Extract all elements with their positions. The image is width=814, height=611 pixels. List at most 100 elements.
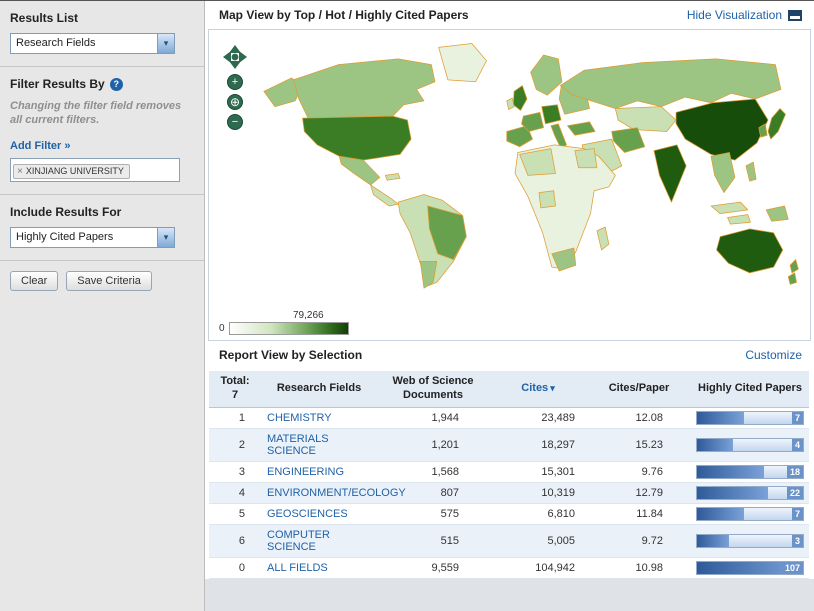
sidebar-divider	[0, 260, 204, 261]
results-list-dropdown[interactable]: Research Fields ▾	[10, 33, 175, 54]
bar-value: 7	[792, 508, 803, 520]
rank-cell: 3	[209, 461, 261, 482]
highly-cited-cell: 7	[691, 503, 809, 524]
bar-value: 107	[782, 562, 803, 574]
cites-cell: 15,301	[489, 461, 587, 482]
sidebar-actions: Clear Save Criteria	[10, 271, 194, 291]
report-section-header: Report View by Selection Customize	[205, 341, 814, 369]
map-controls: + ⊕ −	[221, 44, 249, 130]
table-row: 3 ENGINEERING 1,568 15,301 9.76 18	[209, 461, 809, 482]
hide-visualization-label: Hide Visualization	[687, 8, 782, 22]
highly-cited-bar: 22	[696, 486, 804, 500]
filter-note: Changing the filter field removes all cu…	[10, 99, 194, 128]
add-filter-link[interactable]: Add Filter »	[10, 140, 71, 152]
save-criteria-button[interactable]: Save Criteria	[66, 271, 152, 291]
chevron-down-icon: ▾	[157, 228, 174, 247]
research-field-link[interactable]: COMPUTER SCIENCE	[267, 529, 330, 553]
filter-results-label: Filter Results By	[10, 77, 105, 91]
table-row: 2 MATERIALS SCIENCE 1,201 18,297 15.23 4	[209, 428, 809, 461]
legend-min-label: 0	[219, 323, 225, 334]
clear-button[interactable]: Clear	[10, 271, 58, 291]
total-value: 7	[232, 389, 238, 401]
chevron-down-icon: ▾	[157, 34, 174, 53]
results-list-dropdown-value: Research Fields	[11, 34, 95, 53]
world-map[interactable]	[251, 34, 803, 292]
docs-cell: 9,559	[377, 557, 489, 578]
highly-cited-bar: 107	[696, 561, 804, 575]
col-cites[interactable]: Cites▾	[489, 371, 587, 407]
rank-cell: 6	[209, 524, 261, 557]
minimize-icon	[788, 10, 802, 21]
cites-per-paper-cell: 10.98	[587, 557, 691, 578]
docs-cell: 1,568	[377, 461, 489, 482]
docs-cell: 515	[377, 524, 489, 557]
pan-control[interactable]	[222, 44, 248, 70]
map-title: Map View by Top / Hot / Highly Cited Pap…	[219, 8, 469, 22]
main-content: Map View by Top / Hot / Highly Cited Pap…	[205, 1, 814, 579]
highly-cited-cell: 18	[691, 461, 809, 482]
research-field-link[interactable]: CHEMISTRY	[267, 412, 332, 424]
legend-gradient	[229, 322, 349, 335]
bottom-strip	[205, 579, 814, 611]
filter-tag[interactable]: × XINJIANG UNIVERSITY	[13, 164, 130, 179]
cites-per-paper-cell: 9.76	[587, 461, 691, 482]
highly-cited-bar: 3	[696, 534, 804, 548]
research-field-link[interactable]: MATERIALS SCIENCE	[267, 433, 329, 457]
cites-cell: 104,942	[489, 557, 587, 578]
cites-per-paper-cell: 15.23	[587, 428, 691, 461]
cites-per-paper-cell: 11.84	[587, 503, 691, 524]
sort-desc-icon: ▾	[550, 383, 555, 393]
cites-cell: 23,489	[489, 407, 587, 428]
table-header-row: Total: 7 Research Fields Web of Science …	[209, 371, 809, 407]
filter-input[interactable]: × XINJIANG UNIVERSITY	[10, 158, 180, 182]
cites-per-paper-cell: 12.08	[587, 407, 691, 428]
bar-value: 7	[792, 412, 803, 424]
bar-value: 22	[787, 487, 803, 499]
cites-label: Cites	[521, 382, 548, 394]
hide-visualization-link[interactable]: Hide Visualization	[687, 8, 802, 22]
table-row: 5 GEOSCIENCES 575 6,810 11.84 7	[209, 503, 809, 524]
cites-cell: 5,005	[489, 524, 587, 557]
cites-per-paper-cell: 12.79	[587, 482, 691, 503]
table-row: 6 COMPUTER SCIENCE 515 5,005 9.72 3	[209, 524, 809, 557]
col-documents: Web of Science Documents	[377, 371, 489, 407]
remove-filter-icon[interactable]: ×	[17, 166, 23, 177]
highly-cited-cell: 3	[691, 524, 809, 557]
zoom-in-button[interactable]: +	[227, 74, 243, 90]
map-legend: 79,266 0	[219, 310, 349, 335]
cites-cell: 6,810	[489, 503, 587, 524]
docs-cell: 1,201	[377, 428, 489, 461]
docs-cell: 575	[377, 503, 489, 524]
customize-link[interactable]: Customize	[745, 348, 802, 362]
main-area: Map View by Top / Hot / Highly Cited Pap…	[205, 1, 814, 611]
cites-cell: 18,297	[489, 428, 587, 461]
highly-cited-cell: 7	[691, 407, 809, 428]
table-row: 1 CHEMISTRY 1,944 23,489 12.08 7	[209, 407, 809, 428]
include-results-dropdown[interactable]: Highly Cited Papers ▾	[10, 227, 175, 248]
research-field-link[interactable]: ENGINEERING	[267, 466, 344, 478]
zoom-world-button[interactable]: ⊕	[227, 94, 243, 110]
map-section-header: Map View by Top / Hot / Highly Cited Pap…	[205, 1, 814, 29]
bar-value: 3	[792, 535, 803, 547]
col-highly-cited: Highly Cited Papers	[691, 371, 809, 407]
highly-cited-bar: 18	[696, 465, 804, 479]
research-field-link[interactable]: GEOSCIENCES	[267, 508, 348, 520]
cites-sort-link[interactable]: Cites▾	[521, 382, 554, 394]
results-list-title: Results List	[10, 11, 194, 25]
include-results-title: Include Results For	[10, 205, 194, 219]
rank-cell: 2	[209, 428, 261, 461]
zoom-out-button[interactable]: −	[227, 114, 243, 130]
highly-cited-bar: 7	[696, 411, 804, 425]
filter-tag-label: XINJIANG UNIVERSITY	[26, 166, 124, 176]
highly-cited-bar: 7	[696, 507, 804, 521]
research-field-link[interactable]: ENVIRONMENT/ECOLOGY	[267, 487, 406, 499]
research-field-link[interactable]: ALL FIELDS	[267, 562, 328, 574]
report-table: Total: 7 Research Fields Web of Science …	[209, 371, 809, 579]
bar-value: 18	[787, 466, 803, 478]
rank-cell: 0	[209, 557, 261, 578]
sidebar-divider	[0, 194, 204, 195]
total-header: Total: 7	[209, 371, 261, 407]
cites-cell: 10,319	[489, 482, 587, 503]
help-icon[interactable]: ?	[110, 78, 123, 91]
highly-cited-cell: 107	[691, 557, 809, 578]
